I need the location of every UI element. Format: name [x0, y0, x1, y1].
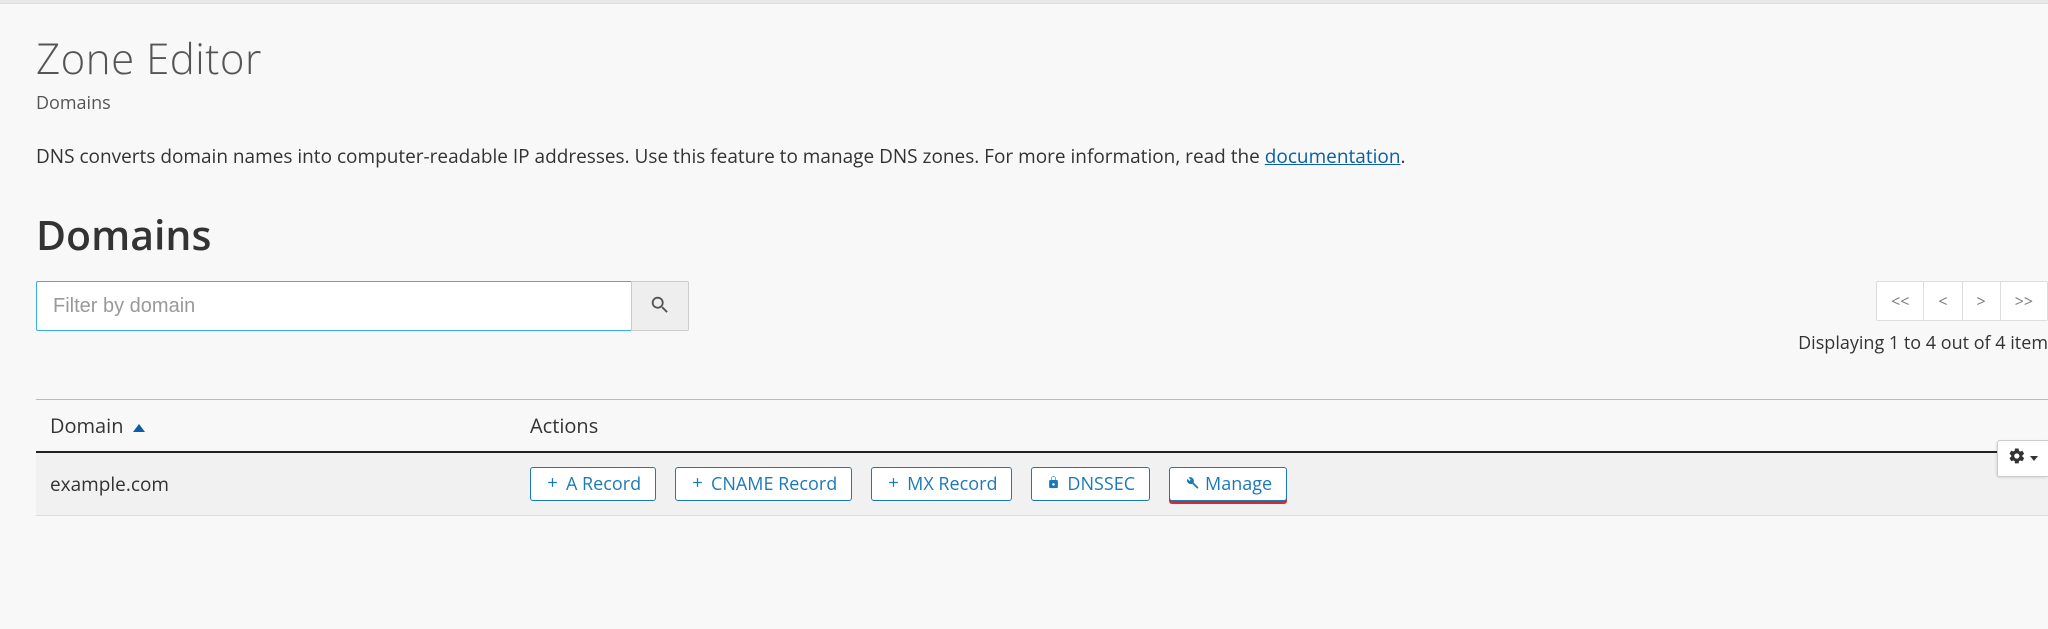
- plus-icon: [545, 475, 560, 493]
- add-cname-record-button[interactable]: CNAME Record: [675, 467, 852, 501]
- btn-label: DNSSEC: [1067, 475, 1135, 493]
- page-last-button[interactable]: >>: [2000, 282, 2047, 320]
- plus-icon: [690, 475, 705, 493]
- page-subtitle: Domains: [36, 91, 2048, 115]
- chevron-down-icon: [2030, 456, 2038, 461]
- column-header-domain-label: Domain: [50, 412, 124, 439]
- column-header-domain[interactable]: Domain: [36, 400, 516, 453]
- table-row: example.com A Record CNAME Record MX Rec…: [36, 452, 2048, 516]
- column-header-actions: Actions: [516, 400, 2048, 453]
- description-text-pre: DNS converts domain names into computer-…: [36, 143, 1265, 169]
- btn-label: CNAME Record: [711, 475, 837, 493]
- section-title: Domains: [36, 207, 2048, 263]
- page-first-button[interactable]: <<: [1877, 282, 1923, 320]
- actions-cell: A Record CNAME Record MX Record DNSSEC: [516, 452, 2048, 516]
- btn-label: Manage: [1205, 475, 1272, 493]
- manage-button[interactable]: Manage: [1169, 467, 1287, 501]
- domain-cell: example.com: [36, 452, 516, 516]
- add-mx-record-button[interactable]: MX Record: [871, 467, 1012, 501]
- lock-icon: [1046, 475, 1061, 493]
- page-prev-button[interactable]: <: [1923, 282, 1961, 320]
- pagination-status: Displaying 1 to 4 out of 4 item: [1798, 331, 2048, 355]
- domains-table: Domain Actions example.com A Record CNAM…: [36, 399, 2048, 516]
- filter-domain-input[interactable]: [36, 281, 631, 331]
- page-title: Zone Editor: [36, 30, 2048, 87]
- page-description: DNS converts domain names into computer-…: [36, 143, 2048, 169]
- plus-icon: [886, 475, 901, 493]
- description-text-post: .: [1400, 143, 1405, 169]
- table-settings-button[interactable]: [1997, 440, 2048, 477]
- search-button[interactable]: [631, 281, 689, 331]
- dnssec-button[interactable]: DNSSEC: [1031, 467, 1150, 501]
- search-icon: [649, 294, 671, 319]
- wrench-icon: [1184, 475, 1199, 493]
- btn-label: MX Record: [907, 475, 997, 493]
- pagination: << < > >>: [1876, 281, 2048, 321]
- btn-label: A Record: [566, 475, 641, 493]
- sort-ascending-icon: [133, 424, 145, 432]
- page-next-button[interactable]: >: [1962, 282, 2000, 320]
- gear-icon: [2008, 447, 2026, 470]
- add-a-record-button[interactable]: A Record: [530, 467, 656, 501]
- documentation-link[interactable]: documentation: [1265, 143, 1401, 169]
- search-group: [36, 281, 689, 331]
